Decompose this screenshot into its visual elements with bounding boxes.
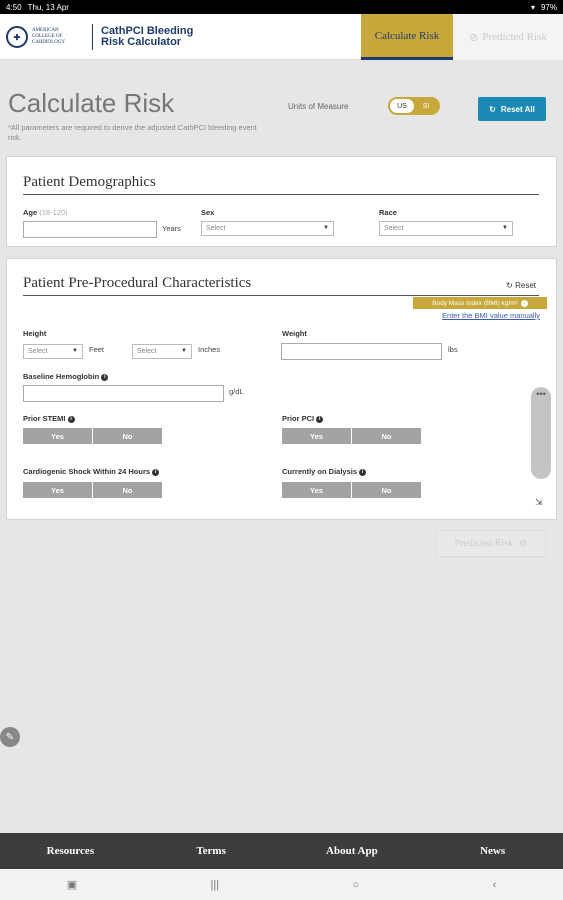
units-label: Units of Measure [288, 102, 349, 111]
age-label: Age (18-120) [23, 208, 68, 217]
cardiogenic-shock-toggle: Yes No [23, 482, 162, 498]
feet-unit: Feet [89, 345, 105, 354]
footer-about-link[interactable]: About App [282, 833, 423, 869]
app-title: CathPCI Bleeding Risk Calculator [101, 25, 194, 48]
acc-seal-icon: ✚ [6, 26, 28, 48]
prior-pci-no-button[interactable]: No [352, 428, 421, 444]
weight-unit: lbs [448, 345, 458, 354]
info-icon[interactable]: i [316, 415, 324, 423]
reset-all-button[interactable]: ↻ Reset All [478, 97, 546, 121]
caret-down-icon: ▼ [502, 225, 508, 231]
prior-pci-yes-button[interactable]: Yes [282, 428, 351, 444]
status-bar: 4:50 Thu, 13 Apr ▾ 97% [0, 0, 563, 14]
edit-pencil-icon[interactable]: ✎ [0, 727, 20, 747]
resize-handle-icon[interactable]: ⇲ [535, 497, 543, 508]
bmi-manual-link[interactable]: Enter the BMI value manually [442, 311, 540, 320]
caret-down-icon: ▼ [181, 348, 187, 354]
battery-level: 97% [540, 2, 557, 12]
menu-lines-icon[interactable]: ||| [211, 879, 220, 891]
dialysis-yes-button[interactable]: Yes [282, 482, 351, 498]
dialysis-toggle: Yes No [282, 482, 421, 498]
race-label: Race [379, 208, 397, 217]
sex-select[interactable]: Select ▼ [201, 221, 334, 236]
predicted-risk-button[interactable]: Predicted Risk ⊘ [436, 530, 546, 557]
inches-unit: Inches [198, 345, 221, 354]
info-icon[interactable]: i [152, 468, 160, 476]
race-select[interactable]: Select ▼ [379, 221, 513, 236]
disabled-icon: ⊘ [519, 538, 528, 549]
prior-pci-toggle: Yes No [282, 428, 421, 444]
height-label: Height [23, 329, 47, 338]
prior-stemi-toggle: Yes No [23, 428, 162, 444]
prior-stemi-label: Prior STEMI i [23, 414, 75, 423]
scroll-thumb[interactable]: ••• [531, 387, 551, 479]
units-toggle[interactable]: US SI [388, 97, 440, 115]
refresh-icon: ↻ [489, 104, 496, 114]
hemoglobin-input[interactable] [23, 385, 224, 402]
section-rule [23, 295, 539, 296]
section-reset-button[interactable]: ↻ Reset [506, 281, 536, 290]
age-input[interactable] [23, 221, 157, 238]
caret-down-icon: ▼ [323, 225, 329, 231]
height-feet-select[interactable]: Select ▼ [23, 344, 83, 359]
info-icon[interactable]: i [67, 415, 75, 423]
refresh-icon: ↻ [506, 281, 513, 290]
prior-stemi-no-button[interactable]: No [93, 428, 162, 444]
footer-resources-link[interactable]: Resources [0, 833, 141, 869]
units-si-option[interactable]: SI [414, 99, 438, 113]
wifi-icon: ▾ [530, 2, 535, 12]
demographics-title: Patient Demographics [23, 174, 156, 190]
weight-input[interactable] [281, 343, 442, 360]
status-date: Thu, 13 Apr [27, 2, 69, 12]
prior-stemi-yes-button[interactable]: Yes [23, 428, 92, 444]
units-us-option[interactable]: US [390, 99, 414, 113]
info-icon[interactable]: i [101, 373, 109, 381]
sex-label: Sex [201, 208, 215, 217]
pre-procedural-title: Patient Pre-Procedural Characteristics [23, 275, 252, 291]
system-nav-bar: ▣ ||| ○ ‹ [0, 869, 563, 900]
back-icon[interactable]: ‹ [493, 879, 497, 891]
footer-terms-link[interactable]: Terms [141, 833, 282, 869]
footer-nav: Resources Terms About App News [0, 833, 563, 869]
info-icon[interactable]: i [359, 468, 367, 476]
dialysis-no-button[interactable]: No [352, 482, 421, 498]
prior-pci-label: Prior PCI i [282, 414, 324, 423]
logo-divider [92, 24, 93, 50]
shock-yes-button[interactable]: Yes [23, 482, 92, 498]
acc-logo: ✚ American College of Cardiology CathPCI… [6, 24, 193, 50]
bmi-bar: Body Mass Index (BMI) kg/m² i [413, 297, 547, 309]
required-note: *All parameters are required to derive t… [8, 123, 257, 142]
dialysis-label: Currently on Dialysis i [282, 467, 367, 476]
hemoglobin-unit: g/dL [229, 387, 244, 396]
age-unit: Years [162, 224, 181, 233]
footer-news-link[interactable]: News [422, 833, 563, 869]
info-icon[interactable]: i [520, 299, 528, 307]
cardiogenic-shock-label: Cardiogenic Shock Within 24 Hours i [23, 467, 160, 476]
tab-calculate-risk[interactable]: Calculate Risk [361, 14, 453, 60]
disabled-icon: ⊘ [469, 31, 479, 44]
weight-label: Weight [282, 329, 307, 338]
pre-procedural-card: Patient Pre-Procedural Characteristics ↻… [6, 258, 557, 520]
section-rule [23, 194, 539, 195]
patient-demographics-card: Patient Demographics Age (18-120) Years … [6, 156, 557, 247]
hemoglobin-label: Baseline Hemoglobin i [23, 372, 109, 381]
status-time: 4:50 [6, 2, 22, 12]
shock-no-button[interactable]: No [93, 482, 162, 498]
height-inches-select[interactable]: Select ▼ [132, 344, 192, 359]
tab-predicted-risk[interactable]: ⊘ Predicted Risk [453, 14, 563, 60]
app-header: ✚ American College of Cardiology CathPCI… [0, 14, 563, 60]
more-dots-icon: ••• [536, 389, 546, 399]
recent-apps-icon[interactable]: ▣ [67, 878, 77, 891]
caret-down-icon: ▼ [72, 348, 78, 354]
home-icon[interactable]: ○ [353, 879, 360, 891]
page-title: Calculate Risk [8, 88, 175, 118]
